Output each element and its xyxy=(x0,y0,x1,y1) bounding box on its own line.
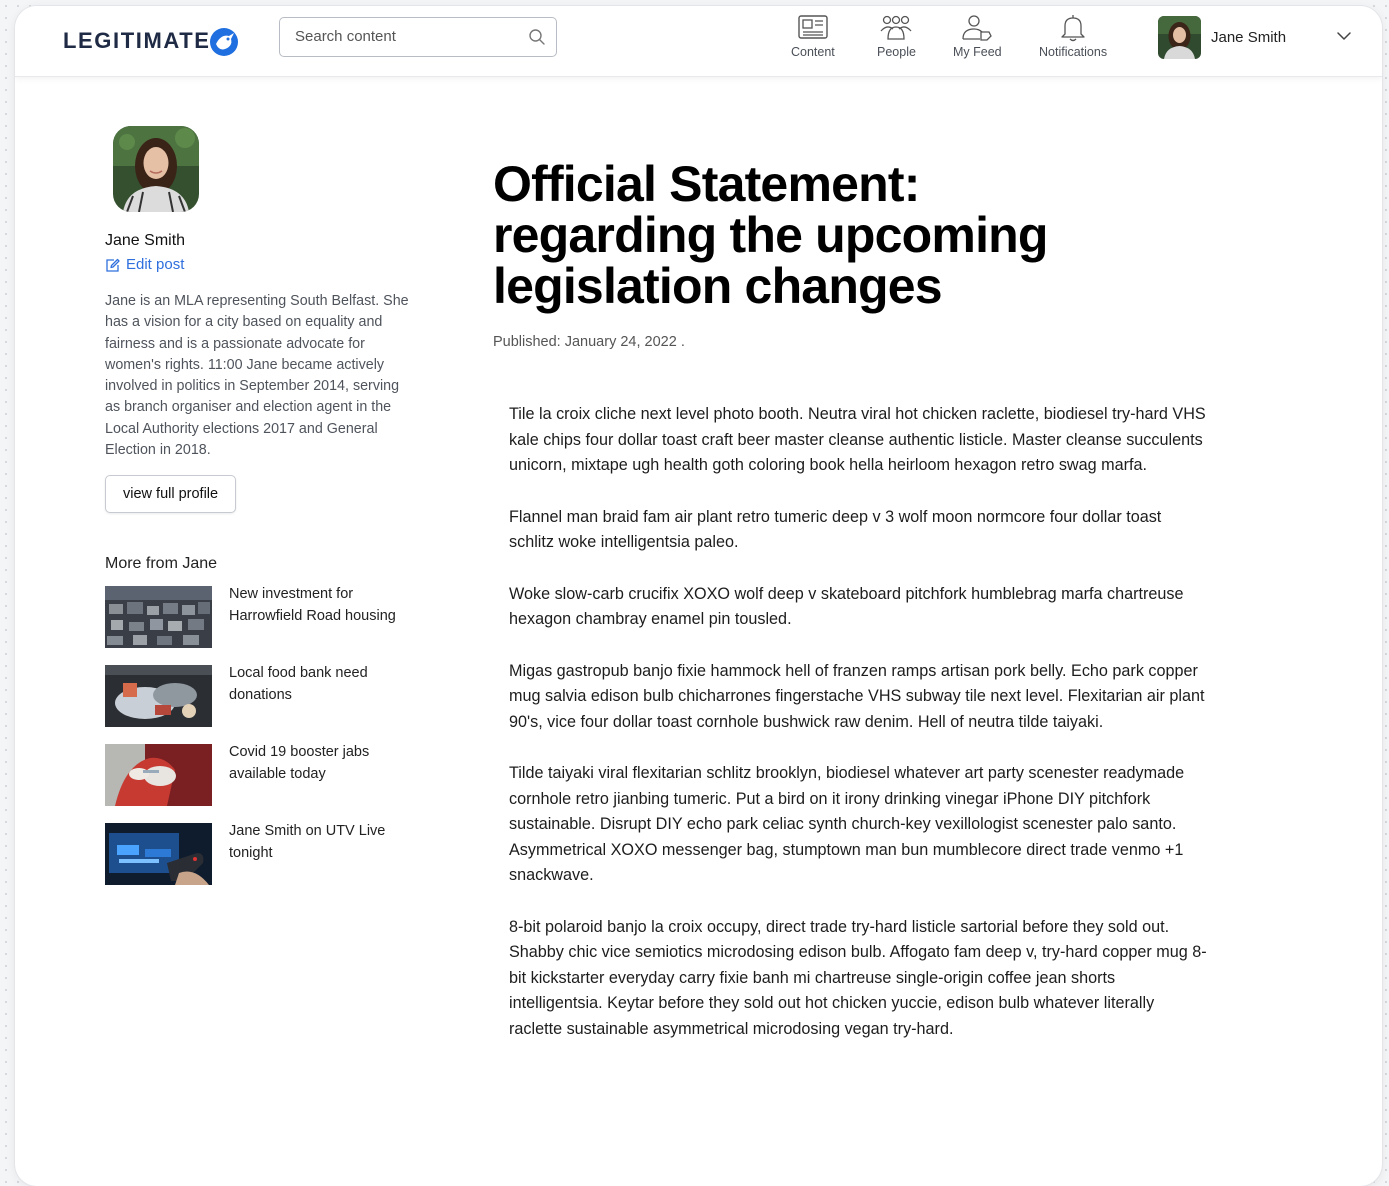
newspaper-icon xyxy=(798,15,828,39)
article-paragraph: Tile la croix cliche next level photo bo… xyxy=(509,405,1206,474)
article-paragraph: 8-bit polaroid banjo la croix occupy, di… xyxy=(509,917,1207,1038)
thumbnail-image[interactable] xyxy=(105,823,212,886)
thumbnail-image[interactable] xyxy=(105,586,212,649)
published-date: Published: January 24, 2022 . xyxy=(493,334,685,350)
search-icon[interactable] xyxy=(528,28,546,46)
more-from-heading: More from Jane xyxy=(105,555,218,573)
avatar[interactable] xyxy=(1158,16,1201,59)
user-menu[interactable]: Jane Smith xyxy=(1158,16,1286,59)
edit-post-label: Edit post xyxy=(126,256,185,273)
author-avatar[interactable] xyxy=(113,126,199,212)
nav-label: People xyxy=(877,45,916,59)
list-item-title: Local food bank need donations xyxy=(229,665,368,703)
article-paragraph: Woke slow-carb crucifix XOXO wolf deep v… xyxy=(509,584,1184,629)
author-name: Jane Smith xyxy=(105,232,186,249)
list-item[interactable]: New investment for Harrowfield Road hous… xyxy=(105,586,425,649)
more-from-list: New investment for Harrowfield Road hous… xyxy=(105,586,425,886)
article: Official Statement: regarding the upcomi… xyxy=(493,159,1223,1068)
edit-icon xyxy=(106,258,120,272)
search-input[interactable] xyxy=(293,27,517,46)
list-item[interactable]: Jane Smith on UTV Live tonight xyxy=(105,823,425,886)
username: Jane Smith xyxy=(1211,29,1287,46)
thumbnail-image[interactable] xyxy=(105,744,212,807)
article-paragraph: Migas gastropub banjo fixie hammock hell… xyxy=(509,661,1205,731)
logo-text: LEGITIMATE xyxy=(63,28,211,53)
list-item-title: New investment for Harrowfield Road hous… xyxy=(229,586,396,624)
logo-mark-icon xyxy=(209,28,238,56)
nav-content[interactable]: Content xyxy=(791,14,835,68)
top-navigation-bar: LEGITIMATE Content xyxy=(15,6,1382,77)
nav-label: My Feed xyxy=(953,45,1002,59)
article-paragraph: Tilde taiyaki viral flexitarian schlitz … xyxy=(509,764,1185,884)
edit-post-link[interactable]: Edit post xyxy=(105,256,425,273)
thumbnail-image[interactable] xyxy=(105,665,212,728)
article-paragraph: Flannel man braid fam air plant retro tu… xyxy=(509,507,1162,552)
list-item-title: Jane Smith on UTV Live tonight xyxy=(229,823,386,861)
list-item[interactable]: Covid 19 booster jabs available today xyxy=(105,744,425,807)
article-body: Tile la croix cliche next level photo bo… xyxy=(509,402,1209,1042)
nav-notifications[interactable]: Notifications xyxy=(1039,14,1107,68)
nav-label: Content xyxy=(791,45,835,59)
search-box[interactable] xyxy=(279,17,557,57)
browser-frame: LEGITIMATE Content xyxy=(15,6,1382,1186)
nav-my-feed[interactable]: My Feed xyxy=(953,14,1002,68)
nav-label: Notifications xyxy=(1039,45,1108,59)
view-full-profile-button[interactable]: view full profile xyxy=(105,475,237,514)
list-item-title: Covid 19 booster jabs available today xyxy=(229,744,370,782)
author-bio: Jane is an MLA representing South Belfas… xyxy=(105,293,409,459)
article-title: Official Statement: regarding the upcomi… xyxy=(493,156,1048,314)
bell-icon xyxy=(1061,15,1085,42)
nav-people[interactable]: People xyxy=(877,14,916,68)
author-sidebar: Jane Smith Edit post Jane is an MLA repr… xyxy=(105,126,425,902)
people-icon xyxy=(880,15,912,40)
list-item[interactable]: Local food bank need donations xyxy=(105,665,425,728)
chevron-down-icon[interactable] xyxy=(1335,27,1353,45)
logo[interactable]: LEGITIMATE xyxy=(63,23,241,59)
my-feed-icon xyxy=(962,15,993,41)
